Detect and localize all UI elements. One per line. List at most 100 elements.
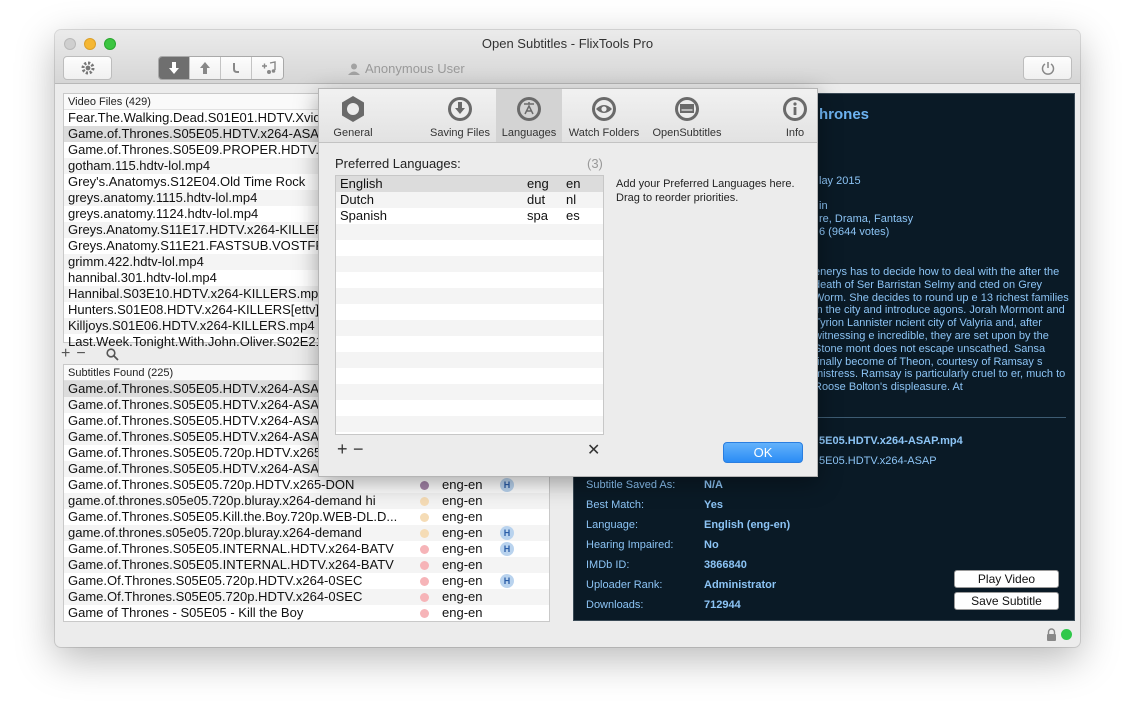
video-file-name: Killjoys.S01E06.HDTV.x264-KILLERS.mp4 [68, 318, 315, 333]
status-bar [1046, 628, 1072, 641]
subtitle-row[interactable]: Game.of.Thrones.S05E05.INTERNAL.HDTV.x26… [64, 541, 549, 557]
subtitle-language: eng-en [442, 573, 483, 588]
subtitle-row[interactable]: Game of Thrones - S05E05 - Kill the Boy e… [64, 605, 549, 621]
video-file-name: hannibal.301.hdtv-lol.mp4 [68, 270, 217, 285]
save-subtitle-button[interactable]: Save Subtitle [954, 592, 1059, 610]
subtitle-name: Game.of.Thrones.S05E05.Kill.the.Boy.720p… [68, 509, 398, 524]
language-code2: nl [566, 192, 577, 207]
power-icon [1041, 62, 1054, 75]
rating: 6 (9644 votes) [819, 226, 890, 238]
connection-status-indicator [1061, 629, 1072, 640]
video-file-name: grimm.422.hdtv-lol.mp4 [68, 254, 204, 269]
add-video-button[interactable]: + [61, 345, 70, 363]
subtitle-language: eng-en [442, 605, 483, 620]
preferred-languages-count: (3) [587, 156, 603, 171]
user-icon [348, 63, 360, 75]
language-row[interactable]: Spanish spa es [336, 208, 603, 224]
tab-info[interactable]: Info [775, 89, 815, 142]
detail-field-value: English (eng-en) [704, 519, 791, 531]
opensubtitles-icon [675, 97, 699, 121]
subtitle-name: Game.of.Thrones.S05E05.HDTV.x264-ASAP [68, 429, 328, 444]
video-file-name: Fear.The.Walking.Dead.S01E01.HDTV.Xvid [68, 110, 321, 125]
subtitle-name: Game.of.Thrones.S05E05.720p.HDTV.x265-DO… [68, 477, 355, 492]
language-row [336, 256, 603, 272]
eye-icon [592, 97, 616, 121]
window-title: Open Subtitles - FlixTools Pro [481, 36, 654, 51]
tab-opensubtitles[interactable]: OpenSubtitles [647, 89, 727, 142]
add-language-button[interactable]: + [337, 439, 348, 460]
language-code3: dut [527, 192, 546, 207]
lock-icon [1047, 628, 1056, 641]
subtitle-language: eng-en [442, 493, 483, 508]
rating-dot [420, 497, 429, 506]
clear-languages-button[interactable]: ✕ [587, 440, 600, 460]
language-row [336, 400, 603, 416]
subtitle-row[interactable]: Game.Of.Thrones.S05E05.720p.HDTV.x264-0S… [64, 589, 549, 605]
language-row [336, 224, 603, 240]
video-file-name: Game.of.Thrones.S05E05.HDTV.x264-ASAP [68, 126, 328, 141]
detail-field-label: Hearing Impaired: [586, 539, 674, 551]
detail-field-label: Language: [586, 519, 638, 531]
subtitle-row[interactable]: game.of.thrones.s05e05.720p.bluray.x264-… [64, 525, 549, 541]
remove-video-button[interactable]: − [76, 345, 85, 363]
subtitle-row[interactable]: Game.of.Thrones.S05E05.Kill.the.Boy.720p… [64, 509, 549, 525]
download-mode-button[interactable] [159, 57, 190, 79]
language-row[interactable]: Dutch dut nl [336, 192, 603, 208]
video-file-name: greys.anatomy.1124.hdtv-lol.mp4 [68, 206, 259, 221]
tab-label: Saving Files [430, 127, 490, 139]
tab-saving-files[interactable]: Saving Files [425, 89, 495, 142]
power-button[interactable] [1023, 56, 1072, 80]
languages-toolbar: + − ✕ [335, 439, 604, 461]
detail-field-label: Best Match: [586, 499, 645, 511]
detail-field-value: No [704, 539, 719, 551]
settings-button[interactable] [63, 56, 112, 80]
language-row [336, 288, 603, 304]
music-note-icon [261, 61, 276, 74]
language-name: English [340, 176, 383, 191]
play-video-button[interactable]: Play Video [954, 570, 1059, 588]
language-code3: eng [527, 176, 549, 191]
tab-general[interactable]: General [321, 89, 385, 142]
rating-dot [420, 593, 429, 602]
subtitle-name: Game.of.Thrones.S05E05.INTERNAL.HDTV.x26… [68, 557, 394, 572]
detail-field-label: IMDb ID: [586, 559, 630, 571]
music-mode-button[interactable] [252, 57, 283, 79]
languages-icon [517, 97, 541, 121]
tab-languages[interactable]: Languages [496, 89, 562, 142]
subtitle-name: Game.of.Thrones.S05E05.HDTV.x264-ASAP [68, 397, 328, 412]
movie-title: hrones [819, 106, 870, 123]
release-date: lay 2015 [819, 175, 861, 187]
subtitle-row[interactable]: Game.of.Thrones.S05E05.720p.HDTV.x265-DO… [64, 477, 549, 493]
user-indicator[interactable]: Anonymous User [347, 61, 465, 76]
info-icon [783, 97, 807, 121]
remove-language-button[interactable]: − [353, 439, 364, 460]
subtitle-row[interactable]: Game.of.Thrones.S05E05.INTERNAL.HDTV.x26… [64, 557, 549, 573]
language-name: Dutch [340, 192, 374, 207]
subtitle-language: eng-en [442, 509, 483, 524]
subtitle-name: game.of.thrones.s05e05.720p.bluray.x264-… [68, 493, 376, 508]
language-code2: es [566, 208, 580, 223]
tab-label: General [333, 127, 373, 139]
subtitle-row[interactable]: game.of.thrones.s05e05.720p.bluray.x264-… [64, 493, 549, 509]
rating-dot [420, 545, 429, 554]
subtitle-file-name: 5E05.HDTV.x264-ASAP [819, 455, 937, 467]
subtitle-row[interactable]: Game.Of.Thrones.S05E05.720p.HDTV.x264-0S… [64, 573, 549, 589]
sync-mode-button[interactable] [221, 57, 252, 79]
subtitle-name: game.of.thrones.s05e05.720p.bluray.x264-… [68, 525, 362, 540]
search-icon[interactable] [106, 347, 119, 361]
ok-button[interactable]: OK [723, 442, 803, 463]
rating-dot [420, 529, 429, 538]
language-row [336, 384, 603, 400]
rating-dot [420, 561, 429, 570]
subtitle-name: Game.of.Thrones.S05E05.HDTV.x264-ASAP [68, 381, 328, 396]
hearing-impaired-badge: H [500, 574, 514, 588]
tab-watch-folders[interactable]: Watch Folders [564, 89, 644, 142]
upload-mode-button[interactable] [190, 57, 221, 79]
rating-dot [420, 513, 429, 522]
arrow-up-icon [200, 62, 210, 74]
hearing-impaired-badge: H [500, 526, 514, 540]
detail-field-value: 712944 [704, 599, 741, 611]
tab-label: Info [785, 127, 805, 139]
language-row[interactable]: English eng en [336, 176, 603, 192]
video-file-name: Greys.Anatomy.S11E21.FASTSUB.VOSTFR [68, 238, 325, 253]
